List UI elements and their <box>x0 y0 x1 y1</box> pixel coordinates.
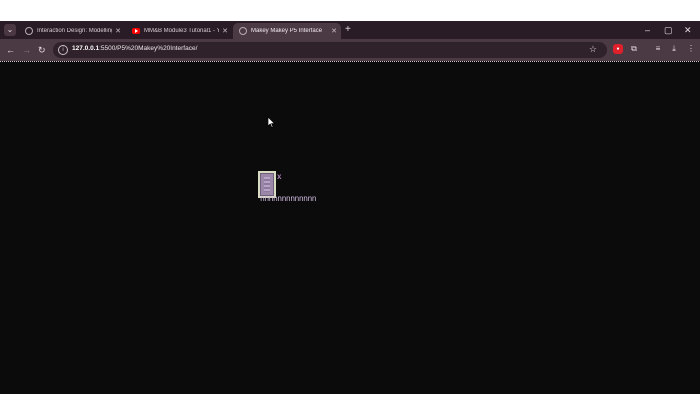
url-path: :5500/P5%20Makey%20Interface/ <box>99 45 198 52</box>
tab-title: Interaction Design: Modelling <box>37 28 113 34</box>
page-canvas[interactable]: x nnnnnnnnnnnnn <box>0 62 700 394</box>
tab-strip: ⌄ Interaction Design: Modelling ✕ MM&B M… <box>0 21 700 39</box>
close-icon[interactable]: ✕ <box>115 27 121 35</box>
minimize-button[interactable]: – <box>645 23 650 37</box>
maximize-button[interactable]: ▢ <box>664 23 673 37</box>
tab-title: Makey Makey P5 Interface <box>251 28 323 34</box>
key-label: x <box>277 172 282 181</box>
address-bar[interactable]: i 127.0.0.1:5500/P5%20Makey%20Interface/… <box>53 42 607 58</box>
youtube-icon <box>132 28 140 34</box>
record-extension-icon[interactable]: ● <box>613 44 623 54</box>
back-button[interactable]: ← <box>6 43 15 57</box>
tab-media-icon[interactable]: ≡ <box>653 44 663 54</box>
forward-button[interactable]: → <box>22 43 31 57</box>
globe-icon <box>25 27 33 35</box>
chevron-down-icon: ⌄ <box>6 25 14 34</box>
reload-button[interactable]: ↻ <box>38 43 46 57</box>
close-window-button[interactable]: ✕ <box>684 23 692 37</box>
info-icon[interactable]: i <box>58 45 68 55</box>
download-icon[interactable]: ⤓ <box>669 44 679 54</box>
menu-kebab-icon[interactable]: ⋮ <box>686 44 696 54</box>
tab-title: MM&B Module3 Tutorial1 - You <box>144 28 220 34</box>
bottom-margin <box>0 394 700 415</box>
toolbar: ← → ↻ i 127.0.0.1:5500/P5%20Makey%20Inte… <box>0 39 700 61</box>
tab-interaction-design[interactable]: Interaction Design: Modelling ✕ <box>19 23 125 39</box>
new-tab-button[interactable]: + <box>345 23 351 37</box>
extensions-puzzle-icon[interactable]: ⧉ <box>629 44 639 54</box>
top-margin <box>0 0 700 21</box>
key-output-text: nnnnnnnnnnnnn <box>260 194 317 203</box>
tab-makey-makey[interactable]: Makey Makey P5 Interface ✕ <box>233 23 341 39</box>
tab-youtube-tutorial[interactable]: MM&B Module3 Tutorial1 - You ✕ <box>126 23 232 39</box>
globe-icon <box>239 27 247 35</box>
close-icon[interactable]: ✕ <box>222 27 228 35</box>
url-text[interactable]: 127.0.0.1:5500/P5%20Makey%20Interface/ <box>72 45 197 52</box>
browser-window: ⌄ Interaction Design: Modelling ✕ MM&B M… <box>0 21 700 394</box>
tab-search-button[interactable]: ⌄ <box>4 24 16 36</box>
close-icon[interactable]: ✕ <box>331 27 337 35</box>
url-host: 127.0.0.1 <box>72 45 100 52</box>
bookmark-star-icon[interactable]: ☆ <box>589 44 597 55</box>
mouse-cursor-icon <box>268 117 276 128</box>
